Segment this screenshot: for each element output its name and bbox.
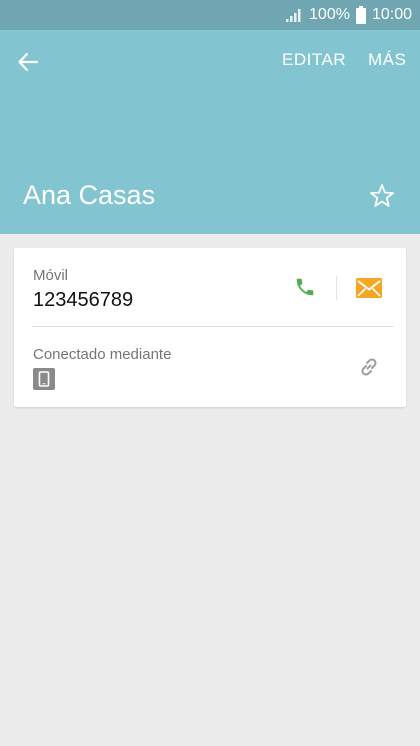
more-button[interactable]: MÁS bbox=[368, 50, 406, 70]
contact-info-card: Móvil 123456789 Conectado mediante bbox=[14, 248, 406, 407]
star-outline-icon bbox=[370, 184, 394, 207]
battery-icon bbox=[355, 6, 366, 24]
clock: 10:00 bbox=[371, 6, 412, 23]
phone-type-label: Móvil bbox=[33, 267, 69, 284]
edit-button[interactable]: EDITAR bbox=[282, 50, 346, 70]
phone-row: Móvil 123456789 bbox=[14, 248, 406, 327]
message-button[interactable] bbox=[354, 273, 384, 303]
favorite-button[interactable] bbox=[366, 180, 398, 212]
phone-number[interactable]: 123456789 bbox=[33, 289, 133, 312]
back-button[interactable] bbox=[10, 44, 46, 80]
arrow-left-icon bbox=[18, 52, 39, 72]
contact-detail-screen: 100% 10:00 EDITAR MÁS Ana Casas Móvil 12… bbox=[0, 0, 420, 746]
status-bar: 100% 10:00 bbox=[0, 0, 420, 30]
linked-via-label: Conectado mediante bbox=[33, 346, 172, 363]
actions-divider bbox=[336, 276, 337, 300]
phone-icon bbox=[296, 278, 314, 296]
status-indicators: 100% 10:00 bbox=[285, 4, 412, 26]
call-button[interactable] bbox=[290, 272, 320, 302]
contact-name: Ana Casas bbox=[23, 180, 156, 210]
linked-via-row: Conectado mediante bbox=[14, 327, 406, 407]
link-icon bbox=[361, 358, 377, 376]
battery-percent: 100% bbox=[309, 6, 350, 23]
link-button[interactable] bbox=[354, 352, 384, 382]
phone-device-icon bbox=[33, 368, 55, 390]
contact-header: EDITAR MÁS Ana Casas bbox=[0, 30, 420, 234]
signal-icon bbox=[286, 9, 301, 22]
envelope-icon bbox=[356, 278, 382, 298]
